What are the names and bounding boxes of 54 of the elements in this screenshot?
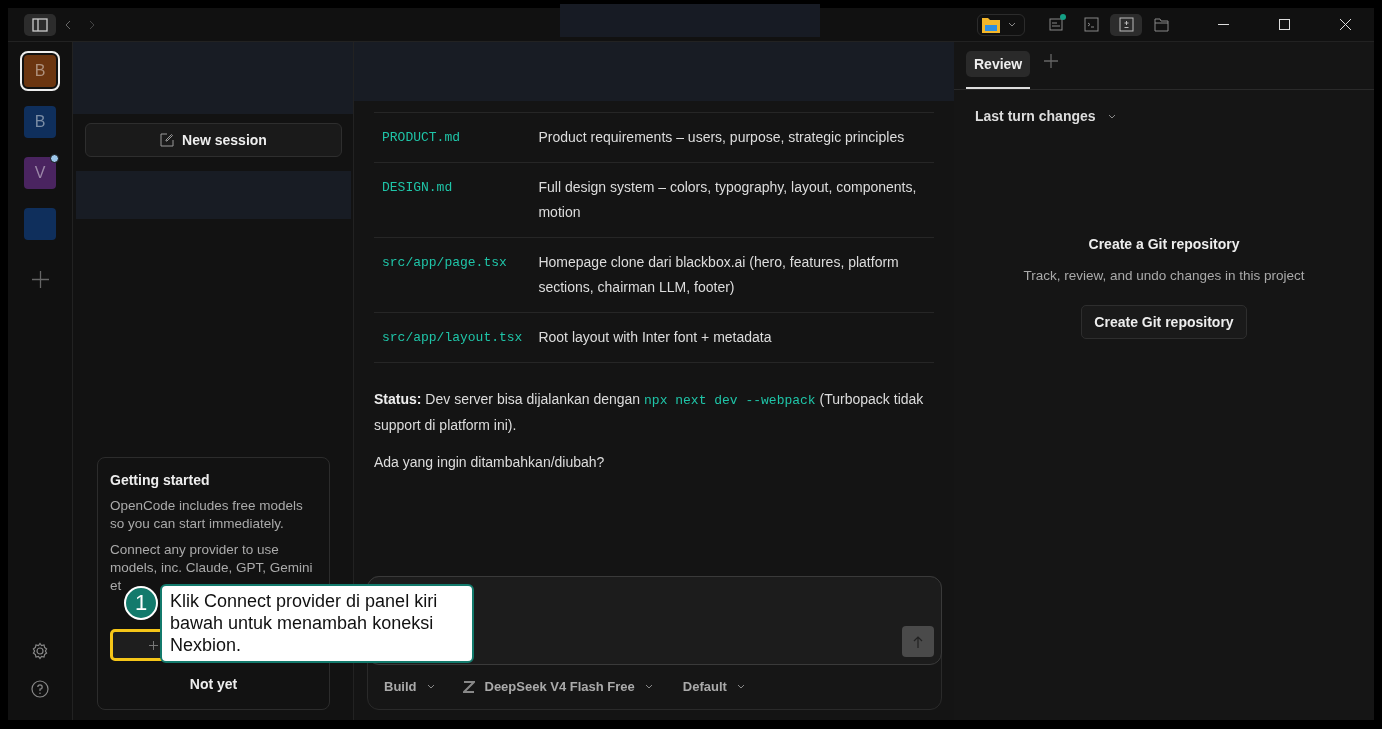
file-description: Full design system – colors, typography, layout, components, motion bbox=[530, 162, 934, 238]
status-text: Status: Dev server bisa dijalankan dengan npx next dev --webpack (Turbopack tidak support di platform ini). bbox=[374, 390, 925, 435]
empty-state-title: Create a Git repository bbox=[1088, 236, 1240, 252]
review-panel-icon bbox=[1117, 16, 1135, 33]
close-icon bbox=[1339, 19, 1351, 30]
sidebar-icon bbox=[32, 17, 48, 32]
toolbar-button[interactable] bbox=[1110, 13, 1142, 36]
not-yet-button[interactable]: Not yet bbox=[110, 675, 317, 693]
mode-dropdown[interactable]: Build bbox=[384, 679, 447, 694]
plus-icon bbox=[1044, 54, 1059, 68]
sidebar-toggle-button[interactable] bbox=[24, 13, 56, 36]
caret-icon bbox=[644, 684, 653, 689]
card-title: Getting started bbox=[110, 472, 211, 488]
changes-filter-dropdown[interactable]: Last turn changes bbox=[975, 108, 1116, 124]
file-description: Root layout with Inter font + metadata bbox=[530, 312, 934, 363]
new-session-button[interactable]: New session bbox=[85, 123, 342, 157]
model-dropdown[interactable]: DeepSeek V4 Flash Free bbox=[484, 679, 673, 694]
list-panel-icon bbox=[1047, 16, 1065, 33]
file-name: PRODUCT.md bbox=[374, 112, 531, 163]
add-icon[interactable] bbox=[31, 271, 49, 288]
caret-icon bbox=[1107, 113, 1116, 119]
chevron-left-icon bbox=[65, 19, 71, 30]
edit-icon bbox=[160, 133, 175, 147]
file-name: src/app/layout.tsx bbox=[374, 312, 531, 363]
model-logo-icon bbox=[462, 680, 475, 693]
variant-dropdown[interactable]: Default bbox=[682, 679, 757, 694]
arrow-up-icon bbox=[913, 635, 923, 648]
settings-icon[interactable] bbox=[31, 642, 49, 660]
caret-icon bbox=[426, 684, 435, 689]
project-avatar[interactable]: B bbox=[24, 106, 56, 138]
caret-icon bbox=[1008, 22, 1016, 27]
create-git-repository-button[interactable]: Create Git repository bbox=[1081, 305, 1247, 339]
file-name: DESIGN.md bbox=[374, 162, 531, 238]
empty-state-text: Track, review, and undo changes in this project bbox=[1023, 268, 1305, 283]
app-selector[interactable] bbox=[977, 13, 1025, 36]
minimize-icon bbox=[1217, 24, 1229, 25]
send-button[interactable] bbox=[902, 626, 934, 657]
caret-icon bbox=[736, 684, 745, 689]
terminal-icon bbox=[1082, 16, 1100, 33]
file-name: src/app/page.tsx bbox=[374, 237, 531, 313]
notification-dot bbox=[50, 154, 59, 163]
maximize-icon bbox=[1278, 19, 1290, 30]
folder-icon bbox=[982, 16, 1000, 33]
step-tooltip: Klik Connect provider di panel kiri bawah untuk menambah koneksi Nexbion. bbox=[160, 584, 474, 663]
folder-icon bbox=[1152, 16, 1170, 33]
file-description: Product requirements – users, purpose, strategic principles bbox=[530, 112, 934, 163]
card-text: OpenCode includes free models so you can start immediately. bbox=[110, 497, 304, 533]
notification-dot bbox=[1060, 13, 1066, 20]
file-description: Homepage clone dari blackbox.ai (hero, features, platform sections, chairman LLM, footer) bbox=[530, 237, 934, 313]
help-icon[interactable] bbox=[31, 680, 49, 698]
project-avatar[interactable]: V bbox=[24, 157, 56, 189]
question-text: Ada yang ingin ditambahkan/diubah? bbox=[374, 454, 606, 470]
plus-icon bbox=[149, 640, 158, 650]
chevron-right-icon bbox=[89, 19, 95, 30]
